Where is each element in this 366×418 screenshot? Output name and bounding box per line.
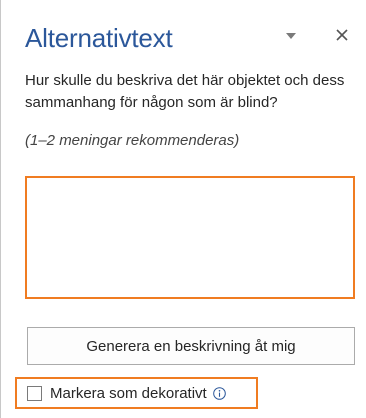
mark-decorative-checkbox[interactable] bbox=[27, 385, 42, 401]
generate-description-label: Generera en beskrivning åt mig bbox=[86, 337, 296, 355]
alt-text-pane: Alternativtext Hur skulle du beskriva de… bbox=[0, 0, 366, 418]
generate-description-button[interactable]: Generera en beskrivning åt mig bbox=[27, 327, 355, 365]
alt-text-input[interactable] bbox=[25, 176, 355, 299]
close-button[interactable] bbox=[331, 24, 353, 46]
description-question: Hur skulle du beskriva det här objektet … bbox=[25, 72, 345, 111]
pane-title: Alternativtext bbox=[25, 23, 173, 53]
info-icon[interactable] bbox=[212, 386, 226, 400]
description-hint: (1–2 meningar rekommenderas) bbox=[25, 132, 240, 149]
close-icon bbox=[336, 29, 348, 41]
mark-decorative-row: Markera som dekorativt bbox=[15, 377, 258, 409]
mark-decorative-label[interactable]: Markera som dekorativt bbox=[50, 385, 207, 402]
chevron-down-icon bbox=[286, 33, 296, 39]
pane-options-button[interactable] bbox=[281, 26, 301, 46]
